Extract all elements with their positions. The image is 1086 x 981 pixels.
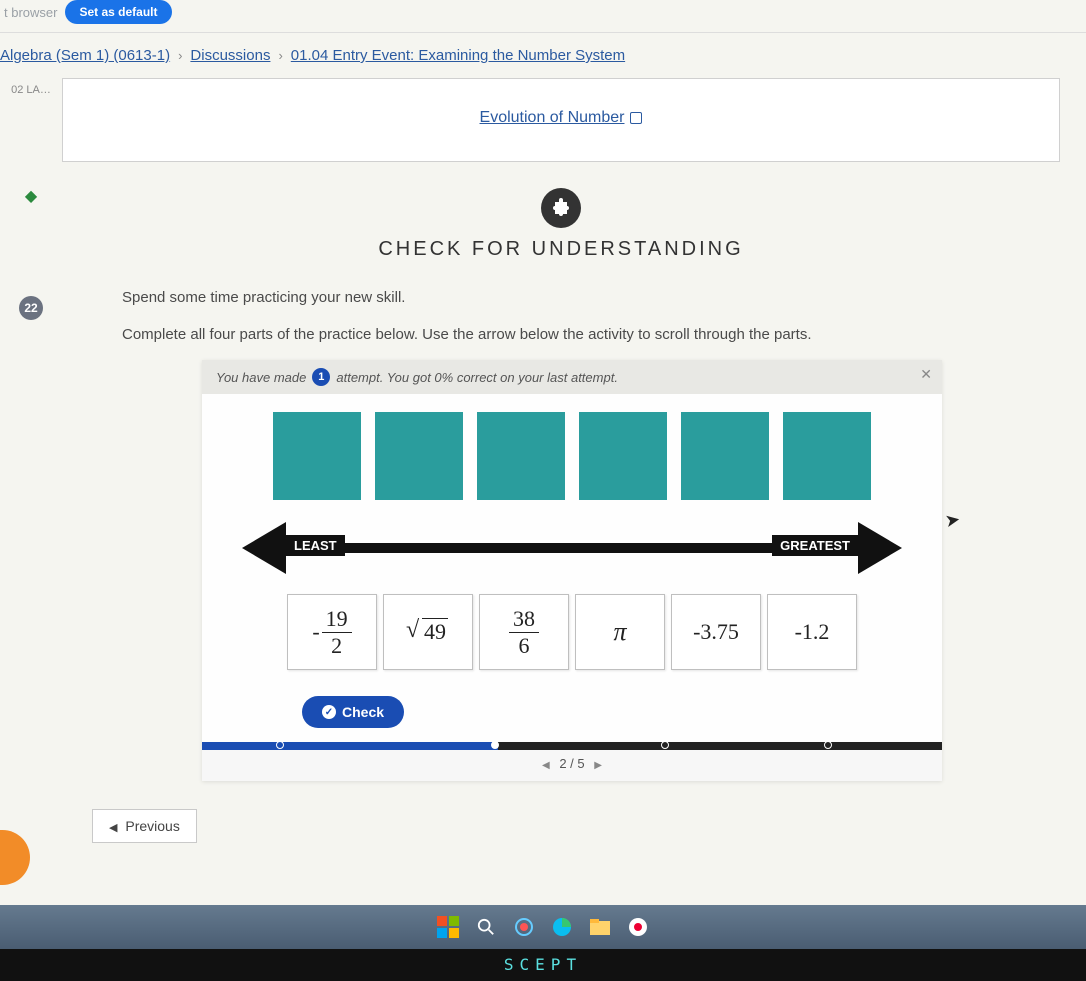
tile-numerator: 19 [322,608,352,633]
pager-prev-icon[interactable]: ◀ [536,760,556,771]
activity-progress[interactable] [202,742,942,750]
attempt-bar: You have made 1 attempt. You got 0% corr… [202,360,942,394]
cursor-icon: ➤ [943,509,962,532]
breadcrumb-section[interactable]: Discussions [190,47,270,64]
number-line-arrow: LEAST GREATEST ➤ [202,522,942,588]
drop-slot-4[interactable] [579,412,667,500]
browser-label: t browser [0,5,57,20]
attempt-suffix: attempt. You got 0% correct on your last… [336,370,618,385]
copilot-icon[interactable] [512,915,536,939]
instruction-2: Complete all four parts of the practice … [62,324,1060,347]
check-button[interactable]: ✓ Check [302,696,404,728]
drop-slot-5[interactable] [681,412,769,500]
greatest-label: GREATEST [772,535,858,556]
resource-box: Evolution of Number [62,78,1060,162]
windows-start-icon[interactable] [436,915,460,939]
app-icon[interactable] [626,915,650,939]
tile-38-over-6[interactable]: 38 6 [479,594,569,670]
arrow-right-icon [858,522,902,574]
breadcrumb: Algebra (Sem 1) (0613-1) › Discussions ›… [0,32,1086,78]
least-label: LEAST [286,535,345,556]
sidebar-indicator-icon: ◆ [25,186,37,206]
close-icon[interactable]: ✕ [920,366,932,383]
activity-frame: ✕ You have made 1 attempt. You got 0% co… [202,360,942,781]
edge-icon[interactable] [550,915,574,939]
file-explorer-icon[interactable] [588,915,612,939]
taskbar [0,905,1086,949]
breadcrumb-page[interactable]: 01.04 Entry Event: Examining the Number … [291,47,625,64]
resource-link-label: Evolution of Number [480,109,625,127]
breadcrumb-course[interactable]: Algebra (Sem 1) (0613-1) [0,47,170,64]
check-label: Check [342,704,384,720]
search-icon[interactable] [474,915,498,939]
puzzle-icon [541,188,581,228]
monitor-brand: SCEPT [0,949,1086,981]
drop-slot-6[interactable] [783,412,871,500]
tile-radicand: 49 [422,618,448,644]
drop-slot-2[interactable] [375,412,463,500]
tile-neg-1-2[interactable]: -1.2 [767,594,857,670]
previous-button[interactable]: ◀ Previous [92,809,197,843]
check-icon: ✓ [322,705,336,719]
tile-sqrt-49[interactable]: 49 [383,594,473,670]
pager-next-icon[interactable]: ▶ [588,760,608,771]
resource-link[interactable]: Evolution of Number [480,109,643,127]
drop-slot-3[interactable] [477,412,565,500]
tile-denominator: 2 [331,633,342,657]
external-link-icon [630,112,642,124]
tile-pi[interactable]: π [575,594,665,670]
pager-label: 2 / 5 [559,756,584,771]
notification-badge[interactable]: 22 [19,296,43,320]
tile-row: - 19 2 49 38 6 π -3.75 -1.2 [202,588,942,690]
tile-neg-19-over-2[interactable]: - 19 2 [287,594,377,670]
attempt-count: 1 [312,368,330,386]
breadcrumb-sep: › [278,48,282,63]
tile-denominator: 6 [519,633,530,657]
set-default-button[interactable]: Set as default [65,0,171,24]
previous-label: Previous [125,818,179,834]
breadcrumb-sep: › [178,48,182,63]
attempt-prefix: You have made [216,370,306,385]
pager: ◀ 2 / 5 ▶ [202,750,942,781]
drop-zone-row [202,394,942,522]
instruction-1: Spend some time practicing your new skil… [62,287,1060,310]
drop-slot-1[interactable] [273,412,361,500]
section-title: CHECK FOR UNDERSTANDING [62,238,1060,261]
tile-numerator: 38 [509,608,539,633]
chevron-left-icon: ◀ [109,822,117,834]
module-code: 02 LA… [11,84,51,96]
arrow-left-icon [242,522,286,574]
tile-neg-3-75[interactable]: -3.75 [671,594,761,670]
